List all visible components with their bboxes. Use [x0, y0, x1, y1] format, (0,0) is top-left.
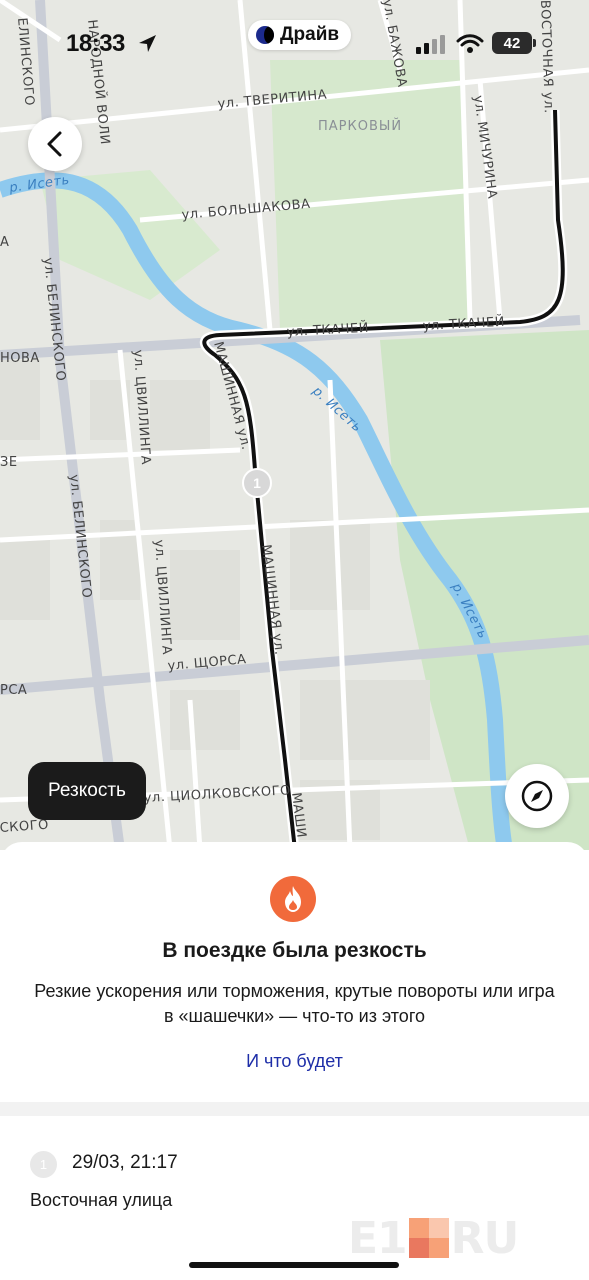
- street-label: ул. МИЧУРИНА: [470, 94, 499, 199]
- street-label: РСА: [0, 683, 27, 698]
- street-label: ЗЕ: [0, 455, 18, 470]
- app-pill-label: Драйв: [280, 24, 340, 45]
- sheet-title: В поездке была резкость: [162, 939, 427, 962]
- watermark-square-icon: [408, 1218, 449, 1258]
- map-canvas[interactable]: ПАРКОВЫЙ ул. ТВЕРИТИНА ул. БОЛЬШАКОВА ул…: [0, 0, 589, 850]
- drive-logo-icon: [256, 26, 274, 44]
- event-datetime: 29/03, 21:17: [72, 1152, 178, 1173]
- what-happens-link[interactable]: И что будет: [0, 1051, 589, 1072]
- section-divider: [0, 1102, 589, 1116]
- watermark-right-text: RU: [450, 1212, 520, 1264]
- status-time: 18:33: [66, 30, 125, 57]
- street-label: ЕЛИНСКОГО: [14, 17, 37, 107]
- fire-icon: [270, 876, 316, 922]
- app-pill[interactable]: Драйв: [248, 20, 352, 50]
- watermark-left-text: E1: [348, 1212, 408, 1264]
- location-arrow-icon: [139, 35, 156, 52]
- street-label: СКОГО: [0, 818, 49, 836]
- chevron-left-icon: [47, 131, 62, 157]
- street-label: МАШИННАЯ ул.: [258, 544, 286, 656]
- event-street: Восточная улица: [30, 1190, 173, 1210]
- street-label: ВОСТОЧНАЯ ул.: [537, 0, 556, 114]
- district-label: ПАРКОВЫЙ: [318, 118, 402, 134]
- sheet-description: Резкие ускорения или торможения, крутые …: [34, 981, 555, 1026]
- street-label: А: [0, 235, 9, 250]
- sharpness-filter-chip[interactable]: Резкость: [28, 762, 146, 820]
- cellular-signal-icon: [416, 35, 445, 54]
- street-label: НОВА: [0, 351, 40, 366]
- compass-button[interactable]: [505, 764, 569, 828]
- route-point-marker[interactable]: 1: [242, 468, 272, 498]
- event-number-badge: 1: [30, 1151, 57, 1178]
- street-label: ул. БЕЛИНСКОГО: [40, 257, 68, 382]
- battery-icon: 42: [492, 32, 536, 54]
- compass-icon: [521, 780, 553, 812]
- wifi-icon: [456, 34, 484, 53]
- flame-glyph: [285, 886, 301, 912]
- watermark-logo: E1 RU: [348, 1213, 519, 1264]
- back-button[interactable]: [28, 117, 82, 171]
- map[interactable]: ПАРКОВЫЙ ул. ТВЕРИТИНА ул. БОЛЬШАКОВА ул…: [0, 0, 589, 850]
- street-label: ул. ЦВИЛЛИНГА: [130, 349, 153, 465]
